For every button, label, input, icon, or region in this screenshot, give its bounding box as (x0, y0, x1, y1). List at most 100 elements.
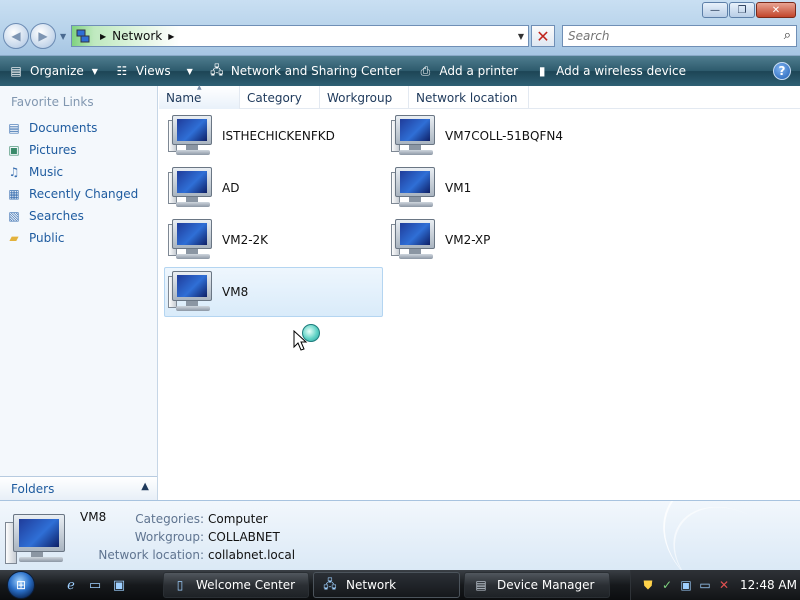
computer-name: AD (222, 181, 240, 195)
breadcrumb-separator-icon[interactable]: ▶ (100, 32, 106, 41)
help-button[interactable]: ? (773, 62, 791, 80)
security-shield-icon[interactable]: ⛊ (641, 577, 655, 593)
busy-indicator-icon (302, 324, 320, 342)
recent-pages-dropdown-icon[interactable]: ▼ (60, 32, 66, 41)
details-row-network-location: Network location: collabnet.local (98, 546, 295, 564)
network-sharing-center-button[interactable]: 🖧 Network and Sharing Center (201, 56, 410, 86)
taskbar-button-label: Network (346, 578, 397, 592)
clock[interactable]: 12:48 AM (740, 578, 797, 592)
computer-name: VM7COLL-51BQFN4 (445, 129, 563, 143)
windows-logo-icon: ⊞ (7, 571, 35, 599)
address-bar[interactable]: ▶ Network ▶ ▼ (71, 25, 529, 47)
internet-explorer-icon[interactable]: ℯ (62, 576, 80, 594)
nav-item-label: Searches (29, 209, 84, 223)
favorite-links-list: ▤ Documents ▣ Pictures ♫ Music ▦ Recentl… (0, 117, 157, 249)
content-pane: ▲ Name Category Workgroup Network locati… (159, 84, 800, 500)
network-icon: 🖧 (323, 576, 337, 591)
volume-muted-icon[interactable]: ✕ (717, 577, 731, 593)
computer-item-selected[interactable]: VM8 (164, 267, 383, 317)
views-button[interactable]: ☷ Views ▼ (106, 56, 201, 86)
quick-launch: ℯ ▭ ▣ (62, 576, 128, 594)
minimize-button[interactable]: — (702, 2, 728, 18)
breadcrumb-network[interactable]: Network (112, 29, 162, 43)
column-header-name[interactable]: ▲ Name (159, 84, 240, 109)
computer-item[interactable]: VM7COLL-51BQFN4 (387, 111, 606, 161)
details-properties: Categories: Computer Workgroup: COLLABNE… (98, 510, 295, 564)
computer-name: VM8 (222, 285, 249, 299)
address-dropdown-icon[interactable]: ▼ (518, 32, 524, 41)
nav-item-searches[interactable]: ▧ Searches (0, 205, 157, 227)
computer-name: VM2-2K (222, 233, 269, 247)
computer-item[interactable]: ISTHECHICKENFKD (164, 111, 383, 161)
system-tray: ⛊ ✓ ▣ ▭ ✕ 12:48 AM (630, 570, 800, 600)
computer-name: ISTHECHICKENFKD (222, 129, 335, 143)
details-label: Workgroup: (134, 530, 204, 544)
computer-item[interactable]: VM2-2K (164, 215, 383, 265)
column-header-network-location[interactable]: Network location (409, 86, 529, 109)
breadcrumb[interactable]: ▶ Network ▶ (94, 26, 181, 46)
taskbar-button-welcome-center[interactable]: ▯ Welcome Center (163, 572, 309, 598)
taskbar-button-device-manager[interactable]: ▤ Device Manager (464, 572, 610, 598)
computer-icon (391, 166, 439, 210)
nav-item-label: Recently Changed (29, 187, 139, 201)
details-value: COLLABNET (208, 530, 280, 544)
taskbar-button-network[interactable]: 🖧 Network (313, 572, 460, 598)
nav-item-documents[interactable]: ▤ Documents (0, 117, 157, 139)
nav-item-label: Pictures (29, 143, 77, 157)
stop-button[interactable]: ✕ (531, 25, 555, 47)
back-button[interactable]: ◀ (3, 23, 29, 49)
switch-windows-icon[interactable]: ▣ (110, 576, 128, 594)
taskbar-button-label: Device Manager (497, 578, 595, 592)
computer-icon (168, 166, 216, 210)
computer-item[interactable]: VM1 (387, 163, 606, 213)
add-printer-label: Add a printer (439, 64, 519, 78)
maximize-button[interactable]: ❐ (729, 2, 755, 18)
computer-item[interactable]: AD (164, 163, 383, 213)
display-icon[interactable]: ▭ (698, 577, 712, 593)
search-icon[interactable]: ⌕ (784, 28, 791, 43)
chevron-up-icon[interactable]: ▲ (141, 481, 149, 492)
documents-icon: ▤ (8, 121, 20, 135)
search-box[interactable]: ⌕ (562, 25, 797, 47)
organize-icon: ▤ (10, 64, 22, 78)
network-sharing-label: Network and Sharing Center (230, 64, 402, 78)
taskbar-button-label: Welcome Center (196, 578, 296, 592)
details-label: Network location: (98, 548, 204, 562)
nav-item-pictures[interactable]: ▣ Pictures (0, 139, 157, 161)
command-bar: ▤ Organize ▼ ☷ Views ▼ 🖧 Network and Sha… (0, 56, 800, 86)
pictures-icon: ▣ (8, 143, 20, 157)
searches-icon: ▧ (8, 209, 20, 223)
forward-button[interactable]: ▶ (30, 23, 56, 49)
folders-label: Folders (11, 481, 55, 496)
nav-item-music[interactable]: ♫ Music (0, 161, 157, 183)
organize-button[interactable]: ▤ Organize ▼ (0, 56, 106, 86)
recently-changed-icon: ▦ (8, 187, 20, 201)
network-status-icon[interactable]: ▣ (679, 577, 693, 593)
computer-icon (391, 218, 439, 262)
computer-item[interactable]: VM2-XP (387, 215, 606, 265)
views-label: Views (135, 64, 171, 78)
nav-item-recently-changed[interactable]: ▦ Recently Changed (0, 183, 157, 205)
details-value: collabnet.local (208, 548, 296, 562)
nav-item-public[interactable]: ▰ Public (0, 227, 157, 249)
wireless-device-icon: ▮ (538, 64, 546, 78)
details-row-workgroup: Workgroup: COLLABNET (98, 528, 295, 546)
computer-icon (391, 114, 439, 158)
network-icon (72, 26, 94, 46)
add-wireless-device-button[interactable]: ▮ Add a wireless device (526, 56, 694, 86)
add-printer-button[interactable]: ⎙ Add a printer (409, 56, 526, 86)
close-button[interactable]: ✕ (756, 2, 796, 18)
computer-icon (168, 114, 216, 158)
breadcrumb-separator-icon[interactable]: ▶ (168, 32, 174, 41)
folders-bar[interactable]: Folders ▲ (0, 476, 157, 500)
start-button[interactable]: ⊞ (0, 570, 42, 600)
windows-update-icon[interactable]: ✓ (660, 577, 674, 593)
show-desktop-icon[interactable]: ▭ (86, 576, 104, 594)
search-input[interactable] (563, 26, 763, 46)
details-value: Computer (208, 512, 268, 526)
column-header-workgroup[interactable]: Workgroup (320, 86, 409, 109)
column-header-category[interactable]: Category (240, 86, 320, 109)
public-folder-icon: ▰ (9, 231, 19, 245)
views-icon: ☷ (116, 64, 128, 78)
nav-item-label: Public (29, 231, 65, 245)
